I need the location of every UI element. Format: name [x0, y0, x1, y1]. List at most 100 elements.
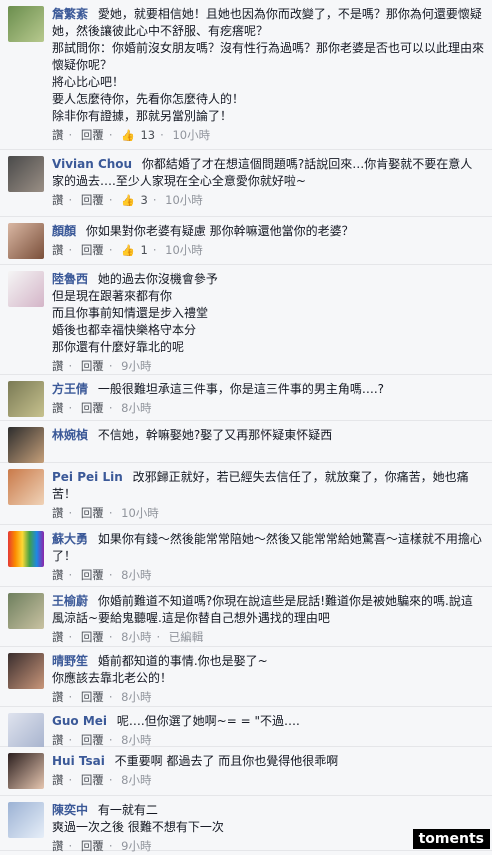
- like-link[interactable]: 讚: [52, 128, 64, 142]
- comment-body: Hui Tsai 不重要啊 都過去了 而且你也覺得他很乖啊: [52, 753, 484, 770]
- like-count[interactable]: 1: [140, 243, 147, 257]
- comment: Hui Tsai 不重要啊 都過去了 而且你也覺得他很乖啊 讚 · 回覆 · 8小時: [0, 747, 492, 796]
- comment-actions: 讚 · 回覆 · 👍 3 · 10小時: [52, 193, 203, 207]
- commenter-name[interactable]: Vivian Chou: [52, 157, 132, 171]
- comment-body: 王榆蔚 你婚前難道不知道嗎?你現在說這些是屁話!難道你是被她騙來的嗎.說這風涼話…: [52, 593, 484, 627]
- like-link[interactable]: 讚: [52, 630, 64, 644]
- avatar[interactable]: [8, 156, 44, 192]
- timestamp[interactable]: 8小時: [121, 568, 151, 582]
- reply-link[interactable]: 回覆: [81, 243, 104, 257]
- comment-text: 一般很難坦承這三件事，你是這三件事的男主角嗎….?: [97, 382, 385, 396]
- comment-body: 方王倩 一般很難坦承這三件事，你是這三件事的男主角嗎….?: [52, 381, 484, 398]
- commenter-name[interactable]: 晴野笙: [52, 654, 88, 668]
- comment-text: 呢….但你選了她啊~= = "不過….: [116, 714, 300, 728]
- like-count[interactable]: 13: [140, 128, 155, 142]
- avatar[interactable]: [8, 713, 44, 749]
- comment-body: 顏顏 你如果對你老婆有疑慮 那你幹嘛還他當你的老婆？: [52, 223, 484, 240]
- comment-actions: 讚 · 回覆 · 9小時: [52, 359, 152, 373]
- edited-label[interactable]: 已編輯: [169, 630, 204, 644]
- comment-body: Pei Pei Lin 改邪歸正就好，若已經失去信任了，就放棄了，你痛苦，她也痛…: [52, 469, 484, 503]
- timestamp[interactable]: 8小時: [121, 773, 151, 787]
- watermark-logo: toments: [412, 829, 490, 849]
- timestamp[interactable]: 10小時: [165, 243, 203, 257]
- avatar[interactable]: [8, 381, 44, 417]
- timestamp[interactable]: 10小時: [165, 193, 203, 207]
- comment-actions: 讚 · 回覆 · 👍 1 · 10小時: [52, 243, 203, 257]
- avatar[interactable]: [8, 6, 44, 42]
- timestamp[interactable]: 8小時: [121, 733, 151, 747]
- like-link[interactable]: 讚: [52, 773, 64, 787]
- like-link[interactable]: 讚: [52, 506, 64, 520]
- timestamp[interactable]: 8小時: [121, 690, 151, 704]
- like-link[interactable]: 讚: [52, 733, 64, 747]
- commenter-name[interactable]: 陳奕中: [52, 803, 88, 817]
- like-count[interactable]: 3: [140, 193, 147, 207]
- comment-text: 如果你有錢～然後能常常陪她～然後又能常常給她驚喜～這樣就不用擔心了！: [52, 532, 482, 563]
- comment: 方王倩 一般很難坦承這三件事，你是這三件事的男主角嗎….? 讚 · 回覆 · 8小時: [0, 375, 492, 421]
- timestamp[interactable]: 8小時: [121, 630, 151, 644]
- comment-body: 晴野笙 婚前都知道的事情.你也是娶了~ 你應該去靠北老公的！: [52, 653, 484, 687]
- comment: 詹繁紊 愛她，就要相信她！且她也因為你而改變了，不是嗎？那你為何還要懷疑她，然後…: [0, 0, 492, 150]
- commenter-name[interactable]: Guo Mei: [52, 714, 107, 728]
- comment: Pei Pei Lin 改邪歸正就好，若已經失去信任了，就放棄了，你痛苦，她也痛…: [0, 463, 492, 525]
- comment-text: 不重要啊 都過去了 而且你也覺得他很乖啊: [114, 754, 339, 768]
- comment-body: Vivian Chou 你都結婚了才在想這個問題嗎?話說回來…你肯娶就不要在意人…: [52, 156, 484, 190]
- commenter-name[interactable]: Hui Tsai: [52, 754, 105, 768]
- like-link[interactable]: 讚: [52, 401, 64, 415]
- avatar[interactable]: [8, 427, 44, 463]
- reply-link[interactable]: 回覆: [81, 630, 104, 644]
- commenter-name[interactable]: 方王倩: [52, 382, 88, 396]
- timestamp[interactable]: 9小時: [121, 359, 151, 373]
- thumbs-up-icon[interactable]: 👍: [121, 244, 135, 257]
- comment-actions: 讚 · 回覆 · 8小時: [52, 401, 152, 415]
- reply-link[interactable]: 回覆: [81, 128, 104, 142]
- commenter-name[interactable]: 陸魯西: [52, 272, 88, 286]
- comment-text: 你如果對你老婆有疑慮 那你幹嘛還他當你的老婆？: [85, 224, 354, 238]
- commenter-name[interactable]: 王榆蔚: [52, 594, 88, 608]
- reply-link[interactable]: 回覆: [81, 773, 104, 787]
- reply-link[interactable]: 回覆: [81, 193, 104, 207]
- comment-actions: 讚 · 回覆 · 10小時: [52, 506, 159, 520]
- timestamp[interactable]: 8小時: [121, 401, 151, 415]
- comment: 蘇大勇 如果你有錢～然後能常常陪她～然後又能常常給她驚喜～這樣就不用擔心了！ 讚…: [0, 525, 492, 587]
- reply-link[interactable]: 回覆: [81, 506, 104, 520]
- avatar[interactable]: [8, 593, 44, 629]
- comment: Vivian Chou 你都結婚了才在想這個問題嗎?話說回來…你肯娶就不要在意人…: [0, 150, 492, 217]
- comment-text: 你婚前難道不知道嗎?你現在說這些是屁話!難道你是被她騙來的嗎.說這風涼話~要給鬼…: [52, 594, 473, 625]
- avatar[interactable]: [8, 271, 44, 307]
- timestamp[interactable]: 10小時: [121, 506, 159, 520]
- comment-actions: 讚 · 回覆 · 👍 13 · 10小時: [52, 128, 211, 142]
- reply-link[interactable]: 回覆: [81, 690, 104, 704]
- commenter-name[interactable]: 詹繁紊: [52, 7, 88, 21]
- reply-link[interactable]: 回覆: [81, 359, 104, 373]
- like-link[interactable]: 讚: [52, 568, 64, 582]
- like-link[interactable]: 讚: [52, 359, 64, 373]
- like-link[interactable]: 讚: [52, 690, 64, 704]
- avatar[interactable]: [8, 802, 44, 838]
- commenter-name[interactable]: 林婉楨: [52, 428, 88, 442]
- comment: 晴野笙 婚前都知道的事情.你也是娶了~ 你應該去靠北老公的！ 讚 · 回覆 · 8小…: [0, 647, 492, 707]
- like-link[interactable]: 讚: [52, 243, 64, 257]
- comment-body: Guo Mei 呢….但你選了她啊~= = "不過….: [52, 713, 484, 730]
- comment-body: 陸魯西 她的過去你沒機會參予 但是現在跟著來都有你 而且你事前知情還是步入禮堂 …: [52, 271, 484, 356]
- avatar[interactable]: [8, 753, 44, 789]
- reply-link[interactable]: 回覆: [81, 401, 104, 415]
- avatar[interactable]: [8, 223, 44, 259]
- like-link[interactable]: 讚: [52, 193, 64, 207]
- comment-text: 愛她，就要相信她！且她也因為你而改變了，不是嗎？那你為何還要懷疑她，然後讓彼此心…: [52, 7, 485, 123]
- reply-link[interactable]: 回覆: [81, 733, 104, 747]
- comment: 顏顏 你如果對你老婆有疑慮 那你幹嘛還他當你的老婆？ 讚 · 回覆 · 👍 1 · 1…: [0, 217, 492, 265]
- thumbs-up-icon[interactable]: 👍: [121, 129, 135, 142]
- comment-actions: 讚 · 回覆 · 8小時: [52, 773, 152, 787]
- thumbs-up-icon[interactable]: 👍: [121, 194, 135, 207]
- comment: 王榆蔚 你婚前難道不知道嗎?你現在說這些是屁話!難道你是被她騙來的嗎.說這風涼話…: [0, 587, 492, 647]
- commenter-name[interactable]: Pei Pei Lin: [52, 470, 123, 484]
- comment-actions: 讚 · 回覆 · 8小時: [52, 690, 152, 704]
- commenter-name[interactable]: 顏顏: [52, 224, 76, 238]
- avatar[interactable]: [8, 531, 44, 567]
- timestamp[interactable]: 10小時: [172, 128, 210, 142]
- avatar[interactable]: [8, 653, 44, 689]
- avatar[interactable]: [8, 469, 44, 505]
- commenter-name[interactable]: 蘇大勇: [52, 532, 88, 546]
- reply-link[interactable]: 回覆: [81, 568, 104, 582]
